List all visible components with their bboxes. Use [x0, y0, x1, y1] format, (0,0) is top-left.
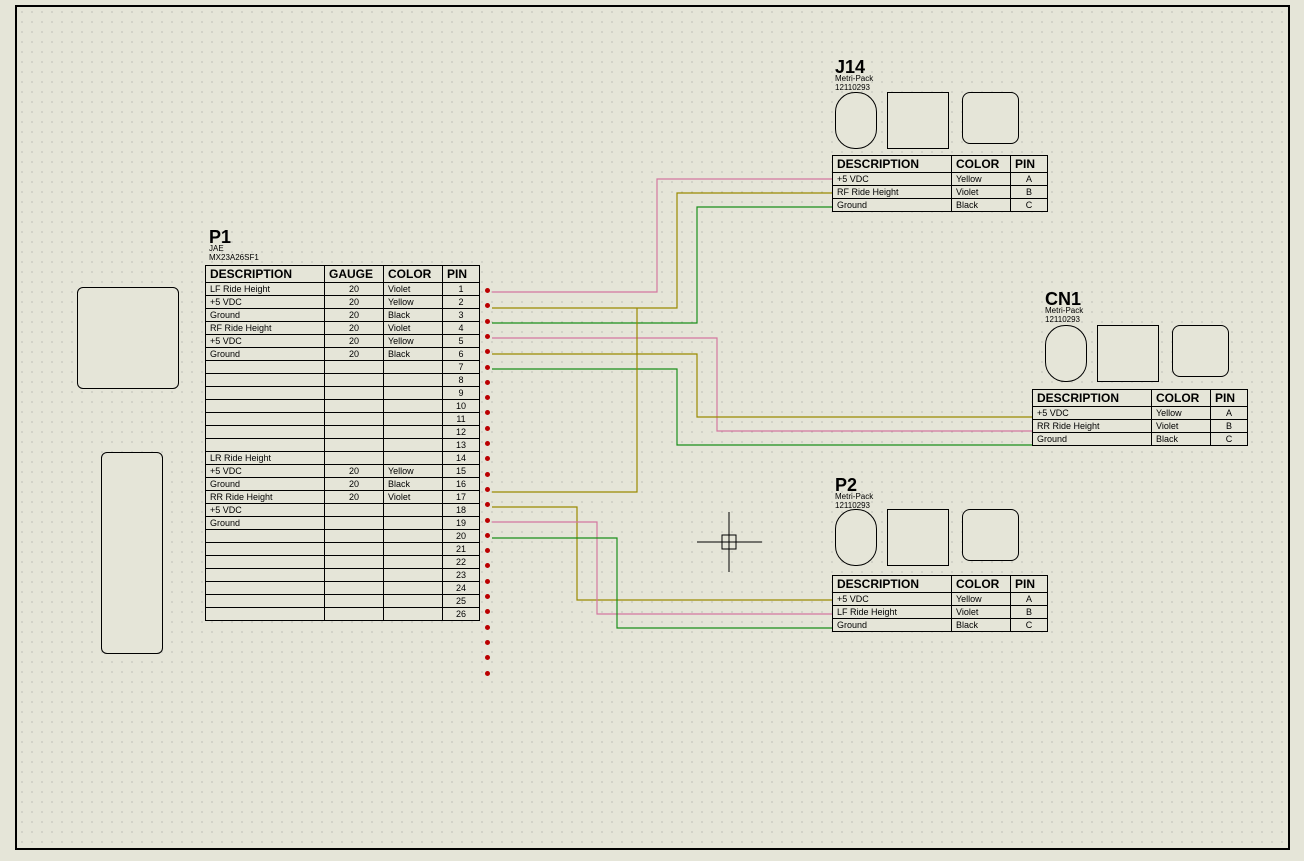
pin-dot — [485, 609, 490, 614]
connector-body-j14b — [887, 92, 949, 149]
table-row: 21 — [206, 543, 480, 556]
table-row: Ground20Black16 — [206, 478, 480, 491]
connector-body-j14 — [835, 92, 877, 149]
table-row: 12 — [206, 426, 480, 439]
pin-dot — [485, 319, 490, 324]
table-row: 8 — [206, 374, 480, 387]
pin-dot — [485, 334, 490, 339]
pin-dot — [485, 563, 490, 568]
sub-cn1: Metri-Pack12110293 — [1045, 307, 1083, 325]
table-row: 9 — [206, 387, 480, 400]
connector-body-p2 — [835, 509, 877, 566]
pin-dot — [485, 655, 490, 660]
table-row: RF Ride Height20Violet4 — [206, 322, 480, 335]
table-row: GroundBlackC — [1033, 433, 1248, 446]
table-row: Ground20Black3 — [206, 309, 480, 322]
table-row: 24 — [206, 582, 480, 595]
table-row: +5 VDC20Yellow5 — [206, 335, 480, 348]
connector-body-p1a — [77, 287, 179, 389]
sub-p2: Metri-Pack12110293 — [835, 493, 873, 511]
table-row: Ground20Black6 — [206, 348, 480, 361]
connector-body-p2c — [962, 509, 1019, 561]
table-row: 10 — [206, 400, 480, 413]
table-row: 20 — [206, 530, 480, 543]
table-row: +5 VDC20Yellow2 — [206, 296, 480, 309]
connector-body-cn1 — [1045, 325, 1087, 382]
pin-dot — [485, 487, 490, 492]
pin-dot — [485, 288, 490, 293]
table-row: LF Ride Height20Violet1 — [206, 283, 480, 296]
table-cn1: DESCRIPTIONCOLORPIN +5 VDCYellowARR Ride… — [1032, 389, 1248, 446]
connector-body-cn1c — [1172, 325, 1229, 377]
pin-dot — [485, 502, 490, 507]
table-row: 13 — [206, 439, 480, 452]
table-row: LR Ride Height14 — [206, 452, 480, 465]
table-row: +5 VDCYellowA — [833, 593, 1048, 606]
pin-dot — [485, 579, 490, 584]
table-j14: DESCRIPTIONCOLORPIN +5 VDCYellowARF Ride… — [832, 155, 1048, 212]
pin-dot — [485, 380, 490, 385]
table-row: +5 VDC20Yellow15 — [206, 465, 480, 478]
connector-body-j14c — [962, 92, 1019, 144]
pin-dot — [485, 640, 490, 645]
table-row: +5 VDC18 — [206, 504, 480, 517]
table-row: 22 — [206, 556, 480, 569]
pin-dot — [485, 456, 490, 461]
table-p1: DESCRIPTIONGAUGECOLORPIN LF Ride Height2… — [205, 265, 480, 621]
table-row: GroundBlackC — [833, 619, 1048, 632]
pin-dot — [485, 303, 490, 308]
table-row: 25 — [206, 595, 480, 608]
table-row: +5 VDCYellowA — [833, 173, 1048, 186]
table-row: Ground19 — [206, 517, 480, 530]
table-row: 23 — [206, 569, 480, 582]
pin-dot — [485, 441, 490, 446]
pin-dot — [485, 671, 490, 676]
sub-j14: Metri-Pack12110293 — [835, 75, 873, 93]
pin-dot — [485, 533, 490, 538]
pin-dot — [485, 365, 490, 370]
table-row: RR Ride Height20Violet17 — [206, 491, 480, 504]
table-row: 11 — [206, 413, 480, 426]
table-row: LF Ride HeightVioletB — [833, 606, 1048, 619]
sub-p1: JAEMX23A26SF1 — [209, 245, 259, 263]
pin-dot — [485, 426, 490, 431]
connector-body-p2b — [887, 509, 949, 566]
connector-body-cn1b — [1097, 325, 1159, 382]
pin-dot — [485, 518, 490, 523]
table-row: 7 — [206, 361, 480, 374]
pin-dot — [485, 594, 490, 599]
table-row: 26 — [206, 608, 480, 621]
pin-dot — [485, 472, 490, 477]
table-row: +5 VDCYellowA — [1033, 407, 1248, 420]
table-row: RR Ride HeightVioletB — [1033, 420, 1248, 433]
pin-dot — [485, 395, 490, 400]
table-p2: DESCRIPTIONCOLORPIN +5 VDCYellowALF Ride… — [832, 575, 1048, 632]
connector-body-p1b — [101, 452, 163, 654]
pin-dot — [485, 349, 490, 354]
table-row: GroundBlackC — [833, 199, 1048, 212]
table-row: RF Ride HeightVioletB — [833, 186, 1048, 199]
pin-dot — [485, 625, 490, 630]
pin-dot — [485, 410, 490, 415]
pin-dot — [485, 548, 490, 553]
schematic-canvas[interactable]: P1 JAEMX23A26SF1 DESCRIPTIONGAUGECOLORPI… — [15, 5, 1290, 850]
